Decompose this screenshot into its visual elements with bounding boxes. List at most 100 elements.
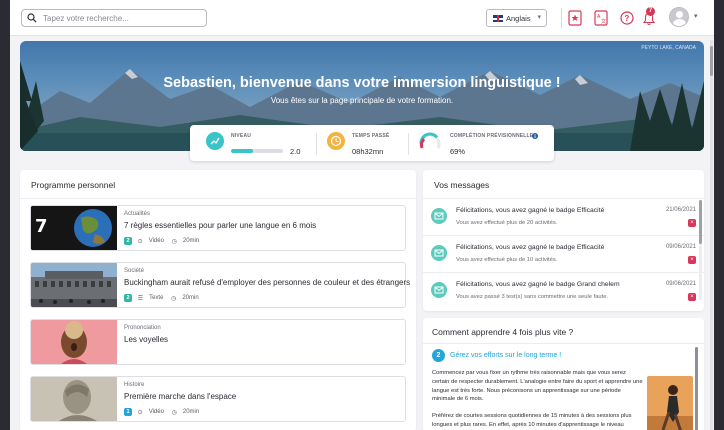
course-title: 7 règles essentielles pour parler une la… xyxy=(124,221,317,230)
level-progress-bar xyxy=(231,149,283,153)
chevron-down-icon: ▾ xyxy=(537,14,541,21)
course-level-badge: 2 xyxy=(124,294,132,302)
course-thumbnail xyxy=(31,263,117,307)
course-category: Société xyxy=(124,268,145,274)
play-icon: ⊙ xyxy=(137,238,143,245)
course-card[interactable]: Société Buckingham aurait refusé d'emplo… xyxy=(30,262,410,308)
tips-panel: Comment apprendre 4 fois plus vite ? 2 G… xyxy=(423,318,704,430)
course-thumbnail: 7 xyxy=(31,206,117,250)
course-type: Vidéo xyxy=(148,238,164,244)
tip-text: Commencez par vous fixer un rythme très … xyxy=(432,369,644,430)
mail-icon xyxy=(431,208,447,224)
app-window: Anglais ▾ A 文 ? 7 ▾ xyxy=(10,0,714,430)
delete-icon[interactable]: × xyxy=(688,256,696,264)
course-duration: 20min xyxy=(182,409,200,415)
level-icon xyxy=(206,132,224,150)
tip-heading: Gérez vos efforts sur le long terme ! xyxy=(450,352,562,359)
top-bar: Anglais ▾ A 文 ? 7 ▾ xyxy=(10,0,714,36)
tips-scrollbar[interactable] xyxy=(695,347,698,430)
message-item[interactable]: Félicitations, vous avez gagné le badge … xyxy=(423,199,704,236)
help-icon[interactable]: ? xyxy=(620,11,634,25)
messages-scrollbar[interactable] xyxy=(699,200,702,300)
completion-gauge-icon xyxy=(419,132,441,149)
stat-level: NIVEAU 2.0 xyxy=(206,125,326,161)
course-meta: 2 ☰ Texte ◷ 20min xyxy=(124,294,205,302)
message-date: 09/06/2021 xyxy=(665,244,696,250)
welcome-subtitle: Vous êtes sur la page principale de votr… xyxy=(270,96,454,105)
mail-icon xyxy=(431,282,447,298)
course-meta: 2 ⊙ Vidéo ◷ 20min xyxy=(124,237,205,245)
message-item[interactable]: Félicitations, vous avez gagné le badge … xyxy=(423,236,704,273)
clock-icon xyxy=(327,132,345,150)
course-thumbnail xyxy=(31,377,117,421)
welcome-title: Sebastien, bienvenue dans votre immersio… xyxy=(163,75,561,91)
svg-text:7: 7 xyxy=(35,216,48,237)
course-duration: 20min xyxy=(182,238,200,244)
delete-icon[interactable]: × xyxy=(688,293,696,301)
course-type: Vidéo xyxy=(148,409,164,415)
tip-paragraph: Commencez par vous fixer un rythme très … xyxy=(432,370,643,403)
course-meta: 1 ⊙ Vidéo ◷ 20min xyxy=(124,408,205,416)
course-title: Les voyelles xyxy=(124,335,169,344)
search-input[interactable] xyxy=(43,11,203,25)
stat-time-value: 08h32mn xyxy=(352,147,384,156)
runner-image xyxy=(647,376,693,430)
favorites-icon[interactable] xyxy=(568,10,582,26)
photo-credit: PEYTO LAKE, CANADA xyxy=(641,45,696,51)
clock-icon: ◷ xyxy=(171,409,177,416)
tip-number: 2 xyxy=(432,349,445,362)
stat-completion-label: COMPLÉTION PRÉVISIONNELLE xyxy=(450,133,534,139)
stat-level-label: NIVEAU xyxy=(231,133,252,139)
svg-text:文: 文 xyxy=(601,18,606,25)
message-date: 21/06/2021 xyxy=(665,207,696,213)
course-level-badge: 1 xyxy=(124,408,132,416)
messages-panel: Vos messages Félicitations, vous avez ga… xyxy=(423,170,704,311)
course-category: Prononciation xyxy=(124,325,161,331)
stat-time: TEMPS PASSÉ 08h32mn xyxy=(327,125,427,161)
message-item[interactable]: Félicitations, vous avez gagné le badge … xyxy=(423,273,704,310)
stats-card: NIVEAU 2.0 TEMPS PASSÉ 08h32mn COMPLÉTIO… xyxy=(190,125,554,161)
messages-title: Vos messages xyxy=(434,180,490,190)
search-box[interactable] xyxy=(21,9,207,27)
course-card[interactable]: Prononciation Les voyelles xyxy=(30,319,406,365)
notification-badge: 7 xyxy=(646,7,655,16)
message-subtitle: Vous avez passé 3 test(s) sans commettre… xyxy=(456,294,609,300)
message-date: 09/06/2021 xyxy=(665,281,696,287)
delete-icon[interactable]: × xyxy=(688,219,696,227)
mail-icon xyxy=(431,245,447,261)
stat-level-value: 2.0 xyxy=(290,147,301,156)
toolbar-divider xyxy=(561,8,562,28)
search-icon xyxy=(27,13,37,23)
page-scrollbar[interactable] xyxy=(710,40,713,430)
clock-icon: ◷ xyxy=(171,238,177,245)
message-subtitle: Vous avez effectué plus de 20 activités. xyxy=(456,220,558,226)
course-card[interactable]: Histoire Première marche dans l'espace 1… xyxy=(30,376,406,422)
stat-completion: COMPLÉTION PRÉVISIONNELLE 69% xyxy=(418,125,554,161)
course-thumbnail xyxy=(31,320,117,364)
message-title: Félicitations, vous avez gagné le badge … xyxy=(456,281,620,288)
info-icon[interactable] xyxy=(532,133,538,139)
dictionary-icon[interactable]: A 文 xyxy=(594,10,608,26)
tip-paragraph: Préférez de courtes sessions quotidienne… xyxy=(432,413,632,428)
user-avatar[interactable] xyxy=(669,7,689,27)
course-type: Texte xyxy=(149,295,164,301)
course-level-badge: 2 xyxy=(124,237,132,245)
text-icon: ☰ xyxy=(137,295,144,302)
message-title: Félicitations, vous avez gagné le badge … xyxy=(456,244,605,251)
course-duration: 20min xyxy=(182,295,199,301)
course-card[interactable]: 7 Actualités 7 règles essentielles pour … xyxy=(30,205,406,251)
program-panel: Programme personnel 7 Actualités 7 règle… xyxy=(20,170,416,430)
course-title: Buckingham aurait refusé d'employer des … xyxy=(124,278,411,287)
message-subtitle: Vous avez effectué plus de 10 activités. xyxy=(456,257,558,263)
stat-time-label: TEMPS PASSÉ xyxy=(352,133,390,139)
stat-completion-value: 69% xyxy=(450,147,466,156)
course-category: Actualités xyxy=(124,211,151,217)
language-select[interactable]: Anglais ▾ xyxy=(486,9,547,27)
language-label: Anglais xyxy=(506,14,531,23)
svg-text:?: ? xyxy=(624,14,629,23)
chevron-down-icon[interactable]: ▾ xyxy=(694,12,698,20)
message-title: Félicitations, vous avez gagné le badge … xyxy=(456,207,605,214)
play-icon: ⊙ xyxy=(137,409,143,416)
tips-title: Comment apprendre 4 fois plus vite ? xyxy=(432,327,574,337)
uk-flag-icon xyxy=(493,15,503,22)
